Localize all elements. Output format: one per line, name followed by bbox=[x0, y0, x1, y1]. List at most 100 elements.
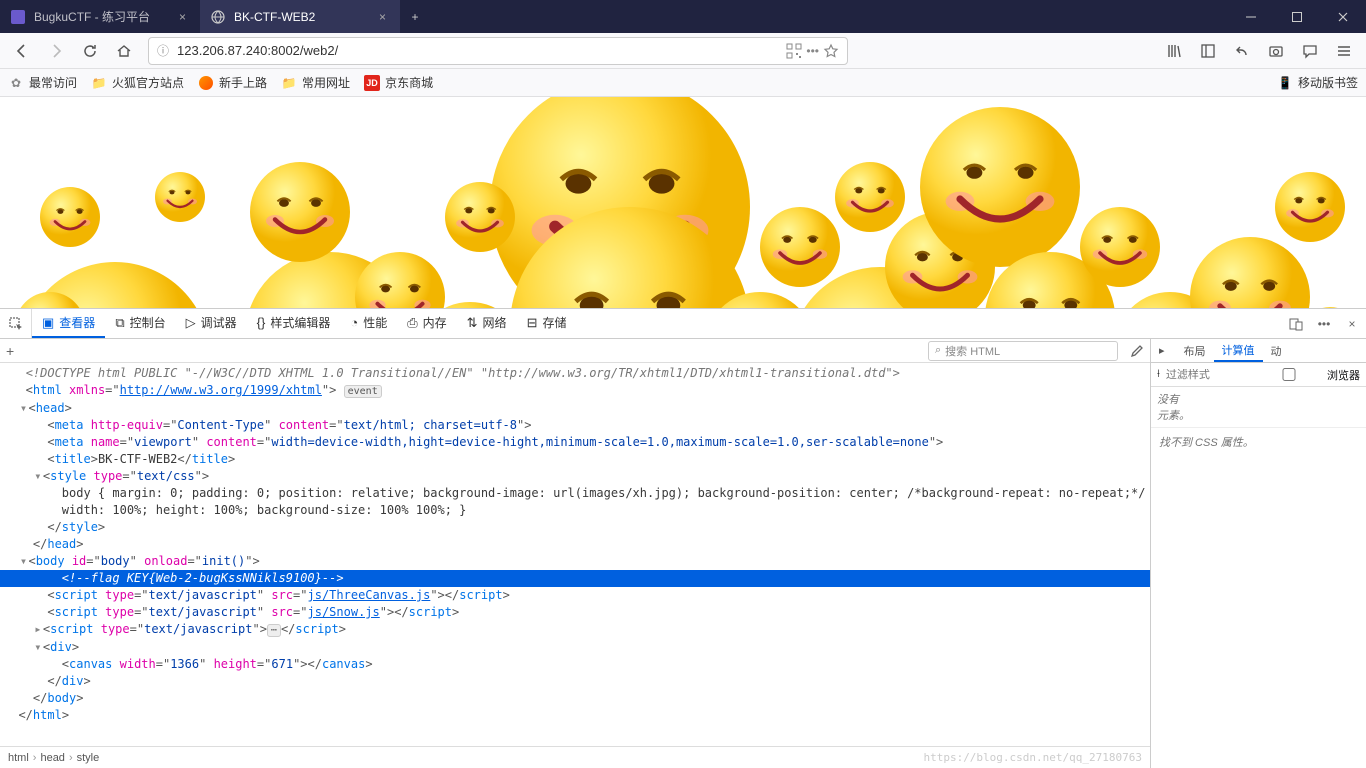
titlebar: BugkuCTF - 练习平台 × BK-CTF-WEB2 × + bbox=[0, 0, 1366, 33]
devtools-more-button[interactable]: ••• bbox=[1310, 317, 1338, 331]
folder-icon: 📁 bbox=[91, 75, 107, 91]
devtools-close-button[interactable]: × bbox=[1338, 317, 1366, 331]
tab-style-editor[interactable]: {}样式编辑器 bbox=[247, 309, 341, 338]
bookmark-star-icon[interactable] bbox=[823, 43, 839, 59]
favicon-icon bbox=[10, 9, 26, 25]
minimize-button[interactable] bbox=[1228, 0, 1274, 33]
bookmark-label: 新手上路 bbox=[219, 74, 267, 91]
home-button[interactable] bbox=[108, 36, 140, 66]
bookmark-mobile[interactable]: 📱 移动版书签 bbox=[1277, 74, 1358, 91]
togglepane-button[interactable]: ▸ bbox=[1151, 339, 1176, 362]
favicon-icon bbox=[210, 9, 226, 25]
perf-icon: ◔ bbox=[350, 315, 358, 330]
smiley-canvas bbox=[0, 97, 1366, 308]
bookmark-firefox[interactable]: 📁 火狐官方站点 bbox=[91, 74, 184, 91]
add-node-button[interactable]: + bbox=[6, 343, 14, 359]
undo-icon[interactable] bbox=[1226, 36, 1258, 66]
menu-button[interactable] bbox=[1328, 36, 1360, 66]
sidebar-icon[interactable] bbox=[1192, 36, 1224, 66]
bookmark-label: 最常访问 bbox=[29, 74, 77, 91]
url-bar[interactable]: ⓘ 123.206.87.240:8002/web2/ ••• bbox=[148, 37, 848, 65]
tab-label: 样式编辑器 bbox=[270, 314, 330, 331]
firefox-icon bbox=[198, 75, 214, 91]
tab-label: 控制台 bbox=[130, 314, 166, 331]
tab-label: 存储 bbox=[542, 314, 566, 331]
tab-console[interactable]: ⧉控制台 bbox=[105, 309, 175, 338]
dom-tree[interactable]: <!DOCTYPE html PUBLIC "-//W3C//DTD XHTML… bbox=[0, 363, 1150, 746]
inspector-toolbar: + ⌕ 搜索 HTML bbox=[0, 339, 1150, 363]
search-icon: ⌕ bbox=[935, 344, 941, 357]
toolbar: ⓘ 123.206.87.240:8002/web2/ ••• bbox=[0, 33, 1366, 69]
forward-button[interactable] bbox=[40, 36, 72, 66]
tab-label: 性能 bbox=[363, 314, 387, 331]
close-icon[interactable]: × bbox=[375, 10, 390, 24]
breadcrumb[interactable]: html› head› style https://blog.csdn.net/… bbox=[0, 746, 1150, 768]
bookmark-label: 常用网址 bbox=[302, 74, 350, 91]
selected-dom-line[interactable]: <!--flag KEY{Web-2-bugKssNNikls9100}--> bbox=[0, 570, 1150, 587]
bookmark-frequent[interactable]: ✿ 最常访问 bbox=[8, 74, 77, 91]
rules-tab-layout[interactable]: 布局 bbox=[1176, 339, 1214, 362]
tab-debugger[interactable]: ▷ 调试器 bbox=[176, 309, 247, 338]
crumb-html[interactable]: html bbox=[8, 752, 29, 764]
no-element-text: 没有元素。 bbox=[1151, 387, 1366, 428]
chat-icon[interactable] bbox=[1294, 36, 1326, 66]
devtools: ▣ 查看器 ⧉控制台 ▷ 调试器 {}样式编辑器 ◔ 性能 ⎙内存 ⇅网络 ⊟存储 •… bbox=[0, 308, 1366, 768]
debugger-icon: ▷ bbox=[186, 315, 196, 331]
qr-icon[interactable] bbox=[786, 43, 802, 59]
styles-pane: ▸ 布局 计算值 动 ⟊ 浏览器 没有元素。 找不到 CSS 属性。 bbox=[1150, 339, 1366, 768]
gear-icon: ✿ bbox=[8, 75, 24, 91]
tab-storage[interactable]: ⊟存储 bbox=[517, 309, 577, 338]
tab-title: BugkuCTF - 练习平台 bbox=[34, 8, 175, 25]
rules-tab-changes[interactable]: 动 bbox=[1263, 339, 1290, 362]
browser-styles-checkbox[interactable]: 浏览器 bbox=[1254, 367, 1360, 383]
url-text: 123.206.87.240:8002/web2/ bbox=[177, 43, 782, 58]
rules-tab-computed[interactable]: 计算值 bbox=[1214, 339, 1263, 362]
bookmark-label: 火狐官方站点 bbox=[112, 74, 184, 91]
inspector-icon: ▣ bbox=[42, 315, 54, 331]
new-tab-button[interactable]: + bbox=[400, 0, 430, 33]
bookmark-getting-started[interactable]: 新手上路 bbox=[198, 74, 267, 91]
doctype-line: <!DOCTYPE html PUBLIC "-//W3C//DTD XHTML… bbox=[26, 366, 900, 380]
bookmark-common[interactable]: 📁 常用网址 bbox=[281, 74, 350, 91]
close-button[interactable] bbox=[1320, 0, 1366, 33]
tab-network[interactable]: ⇅网络 bbox=[457, 309, 517, 338]
filter-styles-input[interactable] bbox=[1166, 369, 1236, 381]
more-icon[interactable]: ••• bbox=[806, 44, 819, 58]
crumb-head[interactable]: head bbox=[40, 752, 64, 764]
search-placeholder: 搜索 HTML bbox=[945, 343, 1000, 359]
library-icon[interactable] bbox=[1158, 36, 1190, 66]
close-icon[interactable]: × bbox=[175, 10, 190, 24]
tab-performance[interactable]: ◔ 性能 bbox=[340, 309, 397, 338]
element-picker-button[interactable] bbox=[0, 309, 32, 338]
mobile-icon: 📱 bbox=[1277, 75, 1293, 91]
storage-icon: ⊟ bbox=[527, 315, 538, 331]
tab-inspector[interactable]: ▣ 查看器 bbox=[32, 309, 105, 338]
screenshot-icon[interactable] bbox=[1260, 36, 1292, 66]
xmlns-link[interactable]: http://www.w3.org/1999/xhtml bbox=[120, 383, 322, 397]
info-icon[interactable]: ⓘ bbox=[157, 42, 169, 59]
page-content bbox=[0, 97, 1366, 308]
folder-icon: 📁 bbox=[281, 75, 297, 91]
bookmarks-bar: ✿ 最常访问 📁 火狐官方站点 新手上路 📁 常用网址 JD 京东商城 📱 移动版书签 bbox=[0, 69, 1366, 97]
tab-label: 网络 bbox=[483, 314, 507, 331]
watermark: https://blog.csdn.net/qq_27180763 bbox=[923, 751, 1142, 764]
tab-memory[interactable]: ⎙内存 bbox=[397, 309, 456, 338]
jd-icon: JD bbox=[364, 75, 380, 91]
responsive-design-button[interactable] bbox=[1282, 317, 1310, 331]
crumb-style[interactable]: style bbox=[77, 752, 100, 764]
tab-label: 调试器 bbox=[201, 314, 237, 331]
reload-button[interactable] bbox=[74, 36, 106, 66]
edit-html-button[interactable] bbox=[1130, 344, 1144, 358]
tab-web2[interactable]: BK-CTF-WEB2 × bbox=[200, 0, 400, 33]
search-html-input[interactable]: ⌕ 搜索 HTML bbox=[928, 341, 1118, 361]
tab-title: BK-CTF-WEB2 bbox=[234, 10, 375, 24]
bookmark-jd[interactable]: JD 京东商城 bbox=[364, 74, 433, 91]
maximize-button[interactable] bbox=[1274, 0, 1320, 33]
event-badge[interactable]: event bbox=[344, 385, 382, 398]
no-css-text: 找不到 CSS 属性。 bbox=[1151, 428, 1366, 456]
back-button[interactable] bbox=[6, 36, 38, 66]
bookmark-label: 京东商城 bbox=[385, 74, 433, 91]
tab-bugku[interactable]: BugkuCTF - 练习平台 × bbox=[0, 0, 200, 33]
bookmark-label: 移动版书签 bbox=[1298, 74, 1358, 91]
tab-label: 查看器 bbox=[59, 314, 95, 331]
